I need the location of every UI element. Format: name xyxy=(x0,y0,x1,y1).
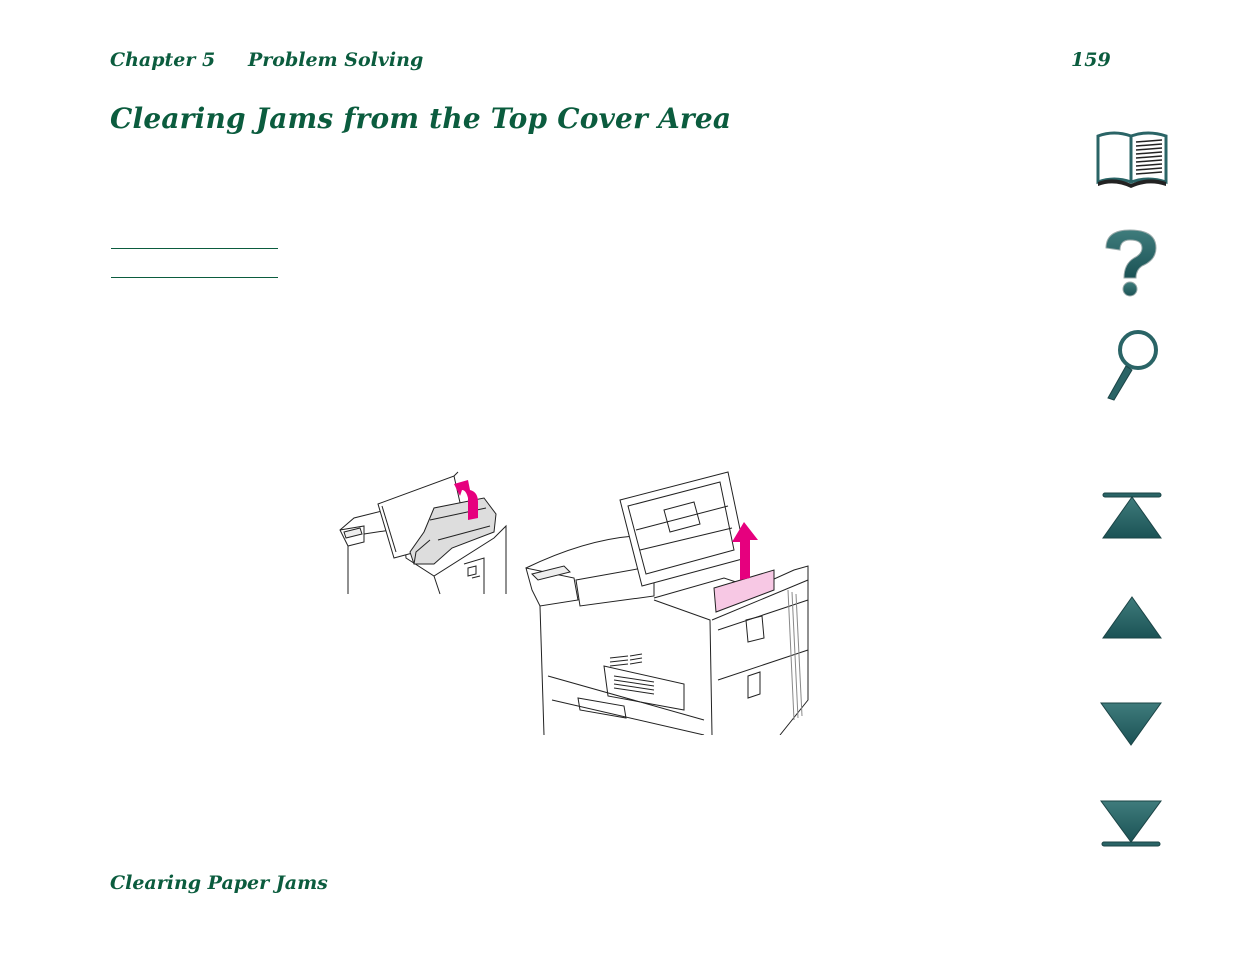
link-underline-1[interactable] xyxy=(111,248,278,249)
last-page-icon[interactable] xyxy=(1098,798,1164,850)
contents-book-icon[interactable] xyxy=(1094,128,1170,188)
chapter-label: Chapter 5 xyxy=(110,49,216,71)
first-page-icon[interactable] xyxy=(1100,490,1164,540)
remove-toner-cartridge-illustration xyxy=(339,471,507,595)
footer-section-title: Clearing Paper Jams xyxy=(110,872,328,894)
help-question-icon[interactable] xyxy=(1100,226,1162,300)
next-page-icon[interactable] xyxy=(1098,700,1164,748)
remove-jammed-paper-illustration xyxy=(525,471,809,735)
page-title: Clearing Jams from the Top Cover Area xyxy=(110,102,732,135)
page-number: 159 xyxy=(1071,49,1111,71)
previous-page-icon[interactable] xyxy=(1100,594,1164,640)
section-label: Problem Solving xyxy=(248,49,424,71)
link-underline-2[interactable] xyxy=(111,277,278,278)
search-magnifier-icon[interactable] xyxy=(1102,328,1164,404)
